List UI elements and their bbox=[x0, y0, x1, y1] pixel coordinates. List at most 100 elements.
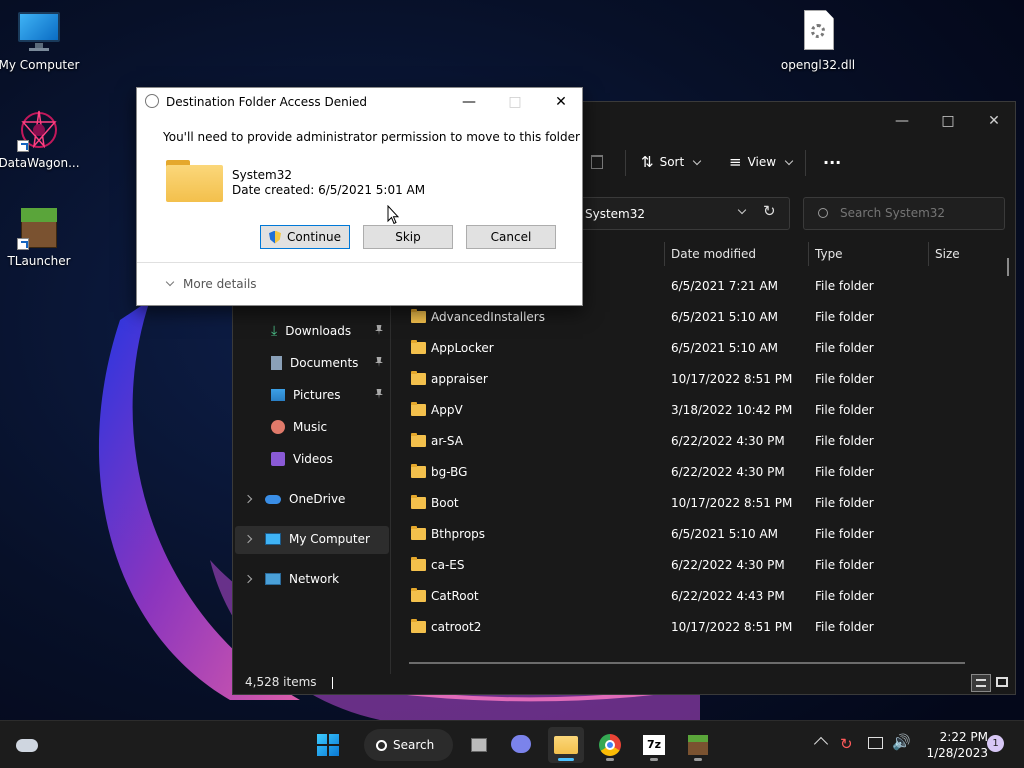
music-icon bbox=[271, 420, 285, 434]
grass-block-icon bbox=[17, 206, 61, 250]
file-explorer-taskbar-button[interactable] bbox=[548, 727, 584, 763]
more-options-button[interactable]: ... bbox=[823, 146, 841, 170]
nav-label: My Computer bbox=[289, 532, 370, 546]
more-details-toggle[interactable]: More details bbox=[165, 277, 257, 291]
horizontal-scrollbar[interactable] bbox=[409, 662, 965, 664]
column-header-date[interactable]: Date modified bbox=[664, 242, 808, 266]
nav-item-documents[interactable]: Documents bbox=[271, 350, 421, 376]
display-icon[interactable] bbox=[868, 737, 883, 749]
table-row[interactable]: AppLocker 6/5/2021 5:10 AM File folder bbox=[409, 333, 969, 364]
running-indicator bbox=[694, 758, 702, 761]
skip-button[interactable]: Skip bbox=[363, 225, 453, 249]
folder-icon bbox=[411, 402, 426, 416]
sort-label: Sort bbox=[659, 155, 685, 169]
maximize-button[interactable]: □ bbox=[925, 108, 971, 134]
chevron-down-icon[interactable] bbox=[737, 205, 747, 215]
file-name: ar-SA bbox=[431, 434, 463, 448]
delete-button[interactable] bbox=[591, 150, 603, 174]
chevron-right-icon[interactable] bbox=[243, 574, 253, 584]
chrome-taskbar-button[interactable] bbox=[592, 727, 628, 763]
nav-label: Downloads bbox=[285, 324, 352, 338]
column-header-size[interactable]: Size bbox=[928, 242, 1008, 266]
table-row[interactable]: appraiser 10/17/2022 8:51 PM File folder bbox=[409, 364, 969, 395]
shortcut-arrow-icon bbox=[17, 140, 29, 152]
folder-icon bbox=[411, 526, 426, 540]
weather-widget[interactable] bbox=[14, 733, 40, 757]
file-name: AppLocker bbox=[431, 341, 494, 355]
nav-item-network[interactable]: Network bbox=[243, 566, 391, 592]
nav-item-my-computer[interactable]: My Computer bbox=[243, 526, 391, 552]
notification-badge[interactable]: 1 bbox=[987, 735, 1004, 752]
start-button[interactable] bbox=[310, 727, 346, 763]
dialog-title: Destination Folder Access Denied bbox=[166, 95, 368, 109]
table-row[interactable]: ca-ES 6/22/2022 4:30 PM File folder bbox=[409, 550, 969, 581]
desktop-icon-tlauncher[interactable]: TLauncher bbox=[0, 206, 81, 268]
dialog-minimize-button[interactable]: — bbox=[457, 92, 481, 112]
task-view-button[interactable] bbox=[462, 727, 498, 763]
nav-item-videos[interactable]: Videos bbox=[271, 446, 421, 472]
datawagon-icon bbox=[17, 108, 61, 152]
desktop-icon-label: DataWagon... bbox=[0, 156, 80, 170]
show-hidden-icons-button[interactable] bbox=[813, 736, 829, 752]
file-date: 3/18/2022 10:42 PM bbox=[671, 403, 793, 417]
download-icon: ⤓ bbox=[271, 323, 278, 339]
table-row[interactable]: Bthprops 6/5/2021 5:10 AM File folder bbox=[409, 519, 969, 550]
table-row[interactable]: AdvancedInstallers 6/5/2021 5:10 AM File f… bbox=[409, 302, 969, 333]
table-row[interactable]: Boot 10/17/2022 8:51 PM File folder bbox=[409, 488, 969, 519]
table-row[interactable]: ar-SA 6/22/2022 4:30 PM File folder bbox=[409, 426, 969, 457]
tiles-view-button[interactable] bbox=[993, 674, 1011, 692]
7zip-taskbar-button[interactable]: 7z bbox=[636, 727, 672, 763]
dialog-maximize-button: □ bbox=[508, 94, 522, 110]
column-header-type[interactable]: Type bbox=[808, 242, 928, 266]
picture-icon bbox=[271, 389, 285, 401]
volume-icon[interactable]: 🔊 bbox=[892, 733, 911, 751]
nav-item-downloads[interactable]: ⤓ Downloads bbox=[271, 318, 421, 344]
refresh-button[interactable]: ↻ bbox=[763, 202, 783, 224]
file-type: File folder bbox=[815, 527, 874, 541]
file-date: 6/5/2021 5:10 AM bbox=[671, 310, 779, 324]
search-icon bbox=[818, 208, 828, 218]
sync-icon[interactable]: ↻ bbox=[840, 735, 853, 753]
taskbar-clock[interactable]: 2:22 PM 1/28/2023 bbox=[914, 729, 988, 761]
details-view-button[interactable] bbox=[971, 674, 991, 692]
desktop-icon-my-computer[interactable]: My Computer bbox=[0, 10, 81, 72]
cancel-button[interactable]: Cancel bbox=[466, 225, 556, 249]
view-label: View bbox=[747, 155, 777, 169]
file-name: AdvancedInstallers bbox=[431, 310, 545, 324]
monitor-icon bbox=[17, 10, 61, 54]
item-count: 4,528 items bbox=[245, 675, 317, 689]
view-button[interactable]: ≡ View bbox=[729, 150, 794, 174]
teams-chat-button[interactable] bbox=[504, 727, 540, 763]
table-row[interactable]: catroot2 10/17/2022 8:51 PM File folder bbox=[409, 612, 969, 643]
table-row[interactable]: CatRoot 6/22/2022 4:43 PM File folder bbox=[409, 581, 969, 612]
desktop-icon-datawagon[interactable]: DataWagon... bbox=[0, 108, 81, 170]
tlauncher-taskbar-button[interactable] bbox=[680, 727, 716, 763]
table-row[interactable]: bg-BG 6/22/2022 4:30 PM File folder bbox=[409, 457, 969, 488]
dialog-close-button[interactable]: ✕ bbox=[549, 92, 573, 112]
vertical-scrollbar[interactable] bbox=[1007, 258, 1009, 276]
address-bar[interactable]: System32 bbox=[578, 197, 790, 230]
file-type: File folder bbox=[815, 465, 874, 479]
chevron-right-icon[interactable] bbox=[243, 494, 253, 504]
close-button[interactable]: ✕ bbox=[971, 108, 1017, 134]
search-box[interactable] bbox=[803, 197, 1005, 230]
taskbar: 7z ↻ 🔊 bbox=[0, 720, 1024, 768]
minimize-button[interactable]: — bbox=[879, 108, 925, 134]
file-date: 6/5/2021 7:21 AM bbox=[671, 279, 779, 293]
clock-date: 1/28/2023 bbox=[926, 746, 988, 760]
shield-icon bbox=[269, 230, 282, 244]
nav-item-pictures[interactable]: Pictures bbox=[271, 382, 421, 408]
nav-label: Documents bbox=[290, 356, 359, 370]
file-name: bg-BG bbox=[431, 465, 468, 479]
chevron-right-icon[interactable] bbox=[243, 534, 253, 544]
nav-item-music[interactable]: Music bbox=[271, 414, 421, 440]
continue-button[interactable]: Continue bbox=[260, 225, 350, 249]
address-text: System32 bbox=[585, 207, 646, 221]
monitor-icon bbox=[265, 533, 281, 545]
desktop-icon-opengl32[interactable]: opengl32.dll bbox=[776, 10, 860, 72]
table-row[interactable]: AppV 3/18/2022 10:42 PM File folder bbox=[409, 395, 969, 426]
sort-button[interactable]: ⇅ Sort bbox=[641, 150, 702, 174]
taskbar-search-button[interactable]: Search bbox=[364, 729, 453, 761]
nav-item-onedrive[interactable]: OneDrive bbox=[243, 486, 391, 512]
search-input[interactable] bbox=[840, 206, 995, 220]
